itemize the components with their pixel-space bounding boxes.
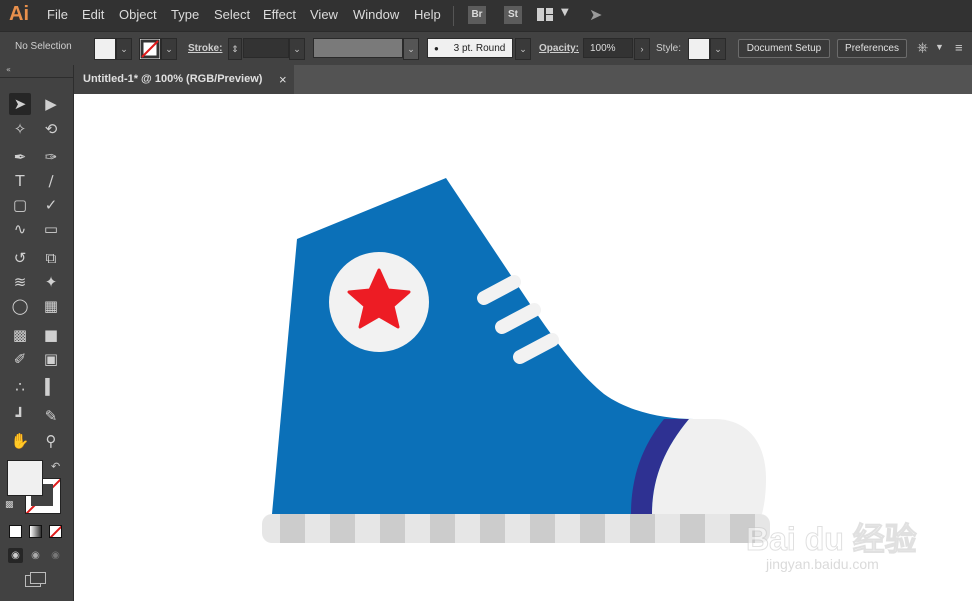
curvature-tool-icon[interactable]: ✑ [40,146,62,168]
menu-type[interactable]: Type [171,7,199,22]
stroke-label: Stroke: [188,43,223,54]
blend-tool-icon[interactable]: ▣ [40,348,62,370]
color-mode-icon[interactable] [9,525,22,538]
shape-builder-tool-icon[interactable]: ◯ [9,295,31,317]
watermark-brand: Bai du 经验 [746,521,918,558]
screen-mode-icon[interactable] [25,572,46,587]
stroke-stepper[interactable]: ⇕ [228,38,242,60]
perspective-grid-tool-icon[interactable]: ▦ [40,295,62,317]
panel-divider [0,77,73,78]
menu-bar: Ai File Edit Object Type Select Effect V… [0,0,972,31]
close-tab-icon[interactable]: × [279,65,287,94]
opacity-field[interactable]: 100% [583,38,633,58]
puppet-warp-tool-icon[interactable]: ✦ [40,271,62,293]
fill-chevron-down-icon[interactable]: ⌄ [116,38,132,60]
brush-chevron-down-icon[interactable]: ⌄ [515,38,531,60]
hand-tool-icon[interactable]: ✋ [9,430,31,452]
style-label: Style: [656,43,682,54]
opacity-label: Opacity: [539,43,580,54]
control-bar: No Selection ⌄ ⌄ Stroke: ⇕ ⌄ ⌄ ● 3 pt. R… [0,31,972,65]
default-fill-stroke-icon[interactable]: ▩ [5,500,14,510]
menu-help[interactable]: Help [414,7,441,22]
workspace-layout-icon[interactable] [537,8,553,21]
brush-dot-icon: ● [434,44,439,53]
gradient-mode-icon[interactable] [29,525,42,538]
eraser-tool-icon[interactable]: ▭ [40,218,62,240]
menu-edit[interactable]: Edit [82,7,104,22]
none-mode-icon[interactable] [49,525,62,538]
swap-fill-stroke-icon[interactable]: ↶ [51,460,60,473]
gpu-rocket-icon[interactable]: ➤ [589,5,602,24]
brush-definition-field[interactable]: ● 3 pt. Round [427,38,513,58]
app-logo: Ai [9,3,29,25]
brush-value: 3 pt. Round [453,43,506,54]
shaper-tool-icon[interactable]: ∿ [9,218,31,240]
style-swatch[interactable] [688,38,710,60]
stroke-weight-field[interactable] [243,38,289,58]
selection-label: No Selection [15,41,72,52]
rectangle-tool-icon[interactable]: ▢ [9,194,31,216]
document-tab-bar: Untitled-1* @ 100% (RGB/Preview) × [74,65,972,94]
opacity-arrow-icon[interactable]: › [634,38,650,60]
draw-normal-icon[interactable]: ◉ [8,548,23,563]
watermark-url: jingyan.baidu.com [766,556,879,572]
preferences-button[interactable]: Preferences [837,39,907,58]
document-tab[interactable]: Untitled-1* @ 100% (RGB/Preview) × [74,65,294,94]
menu-window[interactable]: Window [353,7,399,22]
variable-width-profile[interactable] [313,38,403,58]
column-graph-tool-icon[interactable]: ▍ [40,376,62,398]
direct-selection-tool-icon[interactable]: ▶ [40,93,62,115]
lasso-tool-icon[interactable]: ⟲ [40,118,62,140]
type-tool-icon[interactable]: T [9,170,31,192]
artboard-tool-icon[interactable]: ┛ [9,405,31,427]
document-setup-button[interactable]: Document Setup [738,39,830,58]
line-tool-icon[interactable]: ∕ [40,170,62,192]
stroke-chevron-down-icon[interactable]: ⌄ [161,38,177,60]
workspace-chevron-down-icon[interactable]: ▼ [561,7,569,18]
document-title: Untitled-1* @ 100% (RGB/Preview) [83,73,263,85]
warp-tool-icon[interactable]: ≋ [9,271,31,293]
pen-tool-icon[interactable]: ✒ [9,146,31,168]
eyedropper-tool-icon[interactable]: ✐ [9,348,31,370]
bridge-button[interactable]: Br [468,6,486,24]
menu-file[interactable]: File [47,7,68,22]
symbol-sprayer-tool-icon[interactable]: ∴ [9,376,31,398]
collapse-panel-icon[interactable]: « [6,65,11,74]
artboard-canvas[interactable]: Bai du 经验 jingyan.baidu.com [74,94,972,601]
fill-color-box[interactable] [7,460,43,496]
stroke-swatch[interactable] [139,38,161,60]
zoom-tool-icon[interactable]: ⚲ [40,430,62,452]
arrange-chevron-down-icon[interactable]: ▼ [935,42,944,52]
gradient-tool-icon[interactable]: ■ [40,324,62,346]
slice-tool-icon[interactable]: ✎ [40,405,62,427]
no-stroke-icon [140,39,160,59]
selection-tool-icon[interactable]: ➤ [9,93,31,115]
rotate-tool-icon[interactable]: ↺ [9,247,31,269]
fill-swatch[interactable] [94,38,116,60]
menu-select[interactable]: Select [214,7,250,22]
draw-behind-icon[interactable]: ◉ [28,548,43,563]
draw-inside-icon[interactable]: ◉ [48,548,63,563]
menu-object[interactable]: Object [119,7,157,22]
menu-separator [453,6,454,26]
stock-button[interactable]: St [504,6,522,24]
tools-panel: « ➤ ▶ ✧ ⟲ ✒ ✑ T ∕ ▢ ✓ ∿ ▭ ↺ ⧉ ≋ ✦ ◯ ▦ ▩ … [0,65,74,601]
arrange-documents-icon[interactable]: ⎈ [917,39,928,56]
mesh-tool-icon[interactable]: ▩ [9,324,31,346]
watermark: Bai du 经验 jingyan.baidu.com [746,494,972,584]
scale-tool-icon[interactable]: ⧉ [40,247,62,269]
stroke-weight-chevron-down-icon[interactable]: ⌄ [289,38,305,60]
style-chevron-down-icon[interactable]: ⌄ [710,38,726,60]
magic-wand-tool-icon[interactable]: ✧ [9,118,31,140]
menu-view[interactable]: View [310,7,338,22]
profile-chevron-down-icon[interactable]: ⌄ [403,38,419,60]
menu-effect[interactable]: Effect [263,7,296,22]
control-bar-menu-icon[interactable]: ≡ [955,40,963,55]
paintbrush-tool-icon[interactable]: ✓ [40,194,62,216]
